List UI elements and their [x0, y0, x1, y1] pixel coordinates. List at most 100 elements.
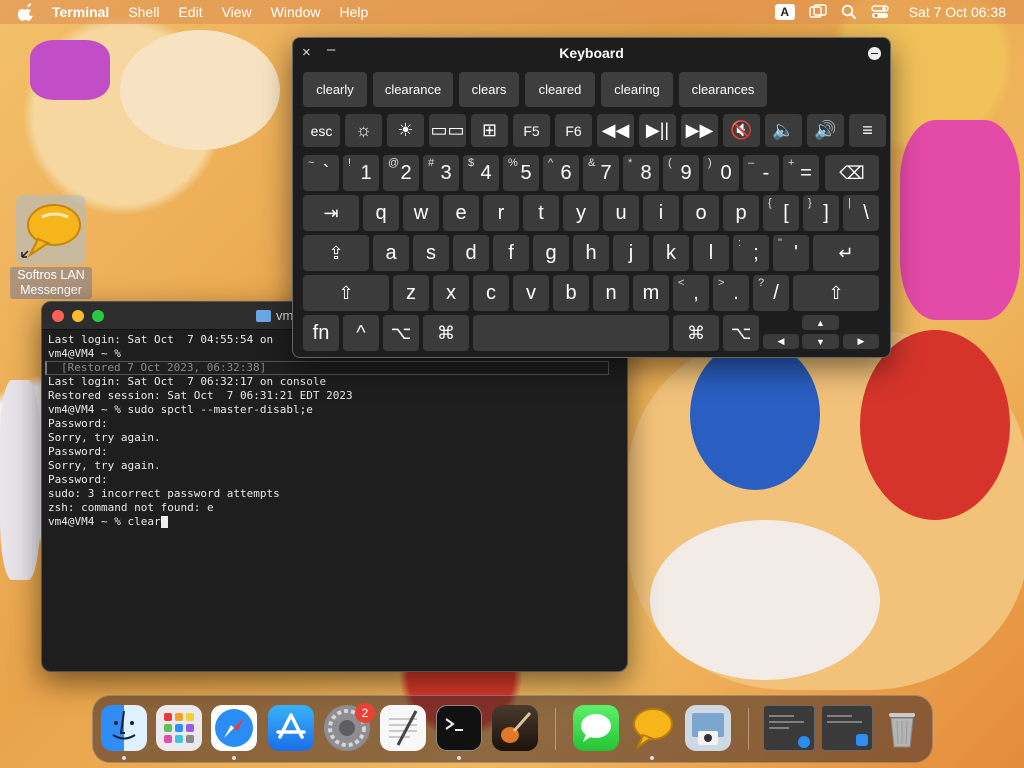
key-r[interactable]: r	[483, 195, 519, 231]
key-z[interactable]: z	[393, 275, 429, 311]
garageband-icon[interactable]	[492, 705, 538, 751]
menu-edit[interactable]: Edit	[178, 4, 202, 20]
left-command-key[interactable]: ⌘	[423, 315, 469, 351]
suggestion-clears[interactable]: clears	[459, 72, 519, 107]
key-num-10[interactable]: ) 0	[703, 155, 739, 191]
key-o[interactable]: o	[683, 195, 719, 231]
trash-icon[interactable]	[879, 705, 925, 751]
key-close-bracket[interactable]: }]	[803, 195, 839, 231]
right-shift-key[interactable]: ⇧	[793, 275, 879, 311]
spotlight-search-icon[interactable]	[841, 4, 857, 20]
zoom-window-button[interactable]	[92, 310, 104, 322]
return-key[interactable]: ↵	[813, 235, 879, 271]
key-num-12[interactable]: + =	[783, 155, 819, 191]
menu-list-icon[interactable]: ≡	[849, 114, 886, 147]
key-j[interactable]: j	[613, 235, 649, 271]
key-num-5[interactable]: % 5	[503, 155, 539, 191]
key-d[interactable]: d	[453, 235, 489, 271]
key-f[interactable]: f	[493, 235, 529, 271]
key-c[interactable]: c	[473, 275, 509, 311]
key-backslash[interactable]: | \	[843, 195, 879, 231]
key-u[interactable]: u	[603, 195, 639, 231]
key-num-1[interactable]: ! 1	[343, 155, 379, 191]
key-num-3[interactable]: #3	[423, 155, 459, 191]
key-x[interactable]: x	[433, 275, 469, 311]
backspace-key[interactable]: ⌫	[825, 155, 879, 191]
right-command-key[interactable]: ⌘	[673, 315, 719, 351]
volume-down-icon[interactable]: 🔈	[765, 114, 802, 147]
mute-icon[interactable]: 🔇	[723, 114, 760, 147]
key-comma[interactable]: <,	[673, 275, 709, 311]
menubar-clock[interactable]: Sat 7 Oct 06:38	[909, 4, 1006, 20]
key-b[interactable]: b	[553, 275, 589, 311]
key-num-11[interactable]: – -	[743, 155, 779, 191]
softros-messenger-icon[interactable]	[629, 705, 675, 751]
key-i[interactable]: i	[643, 195, 679, 231]
arrow-left-key[interactable]: ◀	[763, 334, 799, 349]
key-open-bracket[interactable]: {[	[763, 195, 799, 231]
arrow-down-key[interactable]: ▼	[802, 334, 839, 349]
arrow-right-key[interactable]: ▶	[843, 334, 879, 349]
f5-key[interactable]: F5	[513, 114, 550, 147]
key-period[interactable]: >.	[713, 275, 749, 311]
key-a[interactable]: a	[373, 235, 409, 271]
key-g[interactable]: g	[533, 235, 569, 271]
left-option-key[interactable]: ⌥	[383, 315, 419, 351]
right-option-key[interactable]: ⌥	[723, 315, 759, 351]
key-l[interactable]: l	[693, 235, 729, 271]
safari-icon[interactable]	[211, 705, 257, 751]
rewind-icon[interactable]: ◀◀	[597, 114, 634, 147]
close-window-button[interactable]	[52, 310, 64, 322]
key-num-0[interactable]: ~ `	[303, 155, 339, 191]
key-m[interactable]: m	[633, 275, 669, 311]
space-bar[interactable]	[473, 315, 669, 351]
key-p[interactable]: p	[723, 195, 759, 231]
brightness-down-icon[interactable]: ☼	[345, 114, 382, 147]
menu-help[interactable]: Help	[339, 4, 368, 20]
key-num-2[interactable]: @2	[383, 155, 419, 191]
left-shift-key[interactable]: ⇧	[303, 275, 389, 311]
menu-shell[interactable]: Shell	[128, 4, 159, 20]
launchpad-key-icon[interactable]: ⊞	[471, 114, 508, 147]
key-t[interactable]: t	[523, 195, 559, 231]
key-num-7[interactable]: & 7	[583, 155, 619, 191]
brightness-up-icon[interactable]: ☀	[387, 114, 424, 147]
key-e[interactable]: e	[443, 195, 479, 231]
minimized-window-preview-2[interactable]	[821, 705, 873, 751]
key-h[interactable]: h	[573, 235, 609, 271]
terminal-prompt-line[interactable]: vm4@VM4 ~ % clear	[48, 515, 621, 529]
fast-forward-icon[interactable]: ▶▶	[681, 114, 718, 147]
desktop-icon-softros[interactable]: Softros LAN Messenger	[10, 195, 92, 299]
more-options-icon[interactable]	[868, 47, 881, 60]
menu-window[interactable]: Window	[271, 4, 321, 20]
keyboard-viewer-window[interactable]: × – Keyboard clearly clearance clears cl…	[292, 37, 891, 358]
key-q[interactable]: q	[363, 195, 399, 231]
minimized-window-preview-1[interactable]	[763, 705, 815, 751]
finder-icon[interactable]	[101, 705, 147, 751]
suggestion-clearances[interactable]: clearances	[679, 72, 767, 107]
fn-key[interactable]: fn	[303, 315, 339, 351]
key-num-4[interactable]: $4	[463, 155, 499, 191]
menu-view[interactable]: View	[222, 4, 252, 20]
app-store-icon[interactable]	[268, 705, 314, 751]
key-semicolon[interactable]: :;	[733, 235, 769, 271]
suggestion-cleared[interactable]: cleared	[525, 72, 595, 107]
apple-menu-icon[interactable]	[18, 3, 36, 21]
messages-icon[interactable]	[573, 705, 619, 751]
caps-lock-key[interactable]: ⇪	[303, 235, 369, 271]
key-n[interactable]: n	[593, 275, 629, 311]
key-num-6[interactable]: ^ 6	[543, 155, 579, 191]
key-k[interactable]: k	[653, 235, 689, 271]
terminal-output[interactable]: Last login: Sat Oct 7 04:55:54 on vm4@VM…	[42, 330, 627, 532]
control-center-icon[interactable]	[871, 4, 889, 20]
key-y[interactable]: y	[563, 195, 599, 231]
key-slash[interactable]: ? /	[753, 275, 789, 311]
screen-mirroring-icon[interactable]	[808, 4, 827, 20]
key-num-9[interactable]: (9	[663, 155, 699, 191]
key-num-8[interactable]: * 8	[623, 155, 659, 191]
key-quote[interactable]: " '	[773, 235, 809, 271]
suggestion-clearing[interactable]: clearing	[601, 72, 673, 107]
input-source-icon[interactable]: A	[774, 4, 795, 20]
esc-key[interactable]: esc	[303, 114, 340, 147]
key-w[interactable]: w	[403, 195, 439, 231]
